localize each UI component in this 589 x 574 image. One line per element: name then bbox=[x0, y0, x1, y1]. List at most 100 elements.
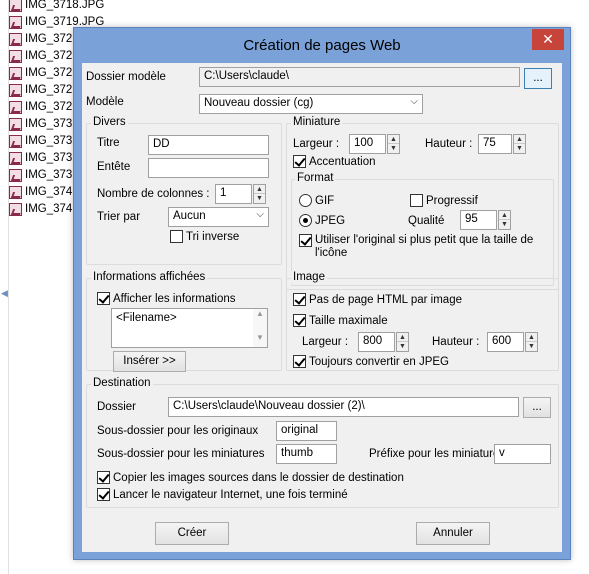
destination-browse-button[interactable]: ... bbox=[523, 397, 551, 418]
image-largeur-label: Largeur : bbox=[302, 336, 349, 348]
utiliser-original-checkbox[interactable] bbox=[299, 234, 312, 247]
progressif-label: Progressif bbox=[426, 195, 478, 207]
image-file-icon bbox=[9, 151, 22, 165]
spin-down-icon[interactable]: ▼ bbox=[388, 144, 399, 153]
file-list-item[interactable]: IMG_373 bbox=[9, 116, 72, 132]
collapse-arrow-icon[interactable]: ◀ bbox=[1, 288, 8, 299]
trier-par-value: Aucun bbox=[173, 210, 206, 222]
image-file-icon bbox=[9, 117, 22, 131]
spin-down-icon[interactable]: ▼ bbox=[499, 220, 510, 229]
tri-inverse-checkbox[interactable] bbox=[170, 230, 183, 243]
file-list-item[interactable]: IMG_372 bbox=[9, 48, 72, 64]
spin-up-icon[interactable]: ▲ bbox=[388, 135, 399, 144]
miniature-largeur-field[interactable]: 100 bbox=[349, 134, 386, 154]
miniature-hauteur-spinner[interactable]: ▲ ▼ bbox=[513, 134, 526, 154]
image-file-icon bbox=[9, 49, 22, 63]
image-largeur-spinner[interactable]: ▲ ▼ bbox=[396, 332, 409, 352]
file-name: IMG_373 bbox=[25, 152, 73, 164]
annuler-button[interactable]: Annuler bbox=[416, 522, 490, 545]
spin-up-icon[interactable]: ▲ bbox=[254, 185, 265, 194]
file-name: IMG_372 bbox=[25, 50, 73, 62]
trier-par-select[interactable]: Aucun ⌵ bbox=[168, 207, 269, 227]
file-list-item[interactable]: IMG_374 bbox=[9, 184, 72, 200]
miniature-hauteur-label: Hauteur : bbox=[425, 138, 473, 150]
left-pane-splitter[interactable]: ◀ bbox=[0, 0, 9, 574]
utiliser-original-label-line2: l'icône bbox=[315, 247, 348, 259]
spin-up-icon[interactable]: ▲ bbox=[514, 135, 525, 144]
image-file-icon bbox=[9, 66, 22, 80]
spin-down-icon[interactable]: ▼ bbox=[514, 144, 525, 153]
image-file-icon bbox=[9, 134, 22, 148]
informations-group-title: Informations affichées bbox=[91, 271, 208, 283]
pas-de-page-checkbox[interactable] bbox=[293, 293, 306, 306]
file-list-item[interactable]: IMG_3718.JPG bbox=[9, 0, 104, 13]
qualite-spinner[interactable]: ▲ ▼ bbox=[498, 210, 511, 230]
file-list-item[interactable]: IMG_374 bbox=[9, 201, 72, 217]
entete-field[interactable] bbox=[148, 158, 269, 178]
image-hauteur-field[interactable]: 600 bbox=[487, 332, 524, 352]
prefixe-miniatures-field[interactable]: v bbox=[494, 444, 551, 464]
informations-textarea[interactable]: <Filename> ▲ ▼ bbox=[111, 308, 268, 348]
file-list-item[interactable]: IMG_373 bbox=[9, 150, 72, 166]
spin-up-icon[interactable]: ▲ bbox=[499, 211, 510, 220]
file-list-item[interactable]: IMG_373 bbox=[9, 133, 72, 149]
scroll-down-icon[interactable]: ▼ bbox=[253, 333, 267, 347]
chevron-down-icon: ⌵ bbox=[410, 96, 418, 107]
progressif-checkbox[interactable] bbox=[410, 194, 423, 207]
miniature-hauteur-field[interactable]: 75 bbox=[478, 134, 512, 154]
file-name: IMG_373 bbox=[25, 169, 73, 181]
spin-up-icon[interactable]: ▲ bbox=[526, 333, 537, 342]
file-list-item[interactable]: IMG_372 bbox=[9, 31, 72, 47]
copier-images-checkbox[interactable] bbox=[97, 471, 110, 484]
sous-dossier-originaux-field[interactable]: original bbox=[276, 421, 337, 441]
inserer-button[interactable]: Insérer >> bbox=[113, 351, 186, 372]
image-hauteur-spinner[interactable]: ▲ ▼ bbox=[525, 332, 538, 352]
file-name: IMG_374 bbox=[25, 203, 73, 215]
image-file-icon bbox=[9, 185, 22, 199]
image-file-icon bbox=[9, 83, 22, 97]
sous-dossier-miniatures-field[interactable]: thumb bbox=[276, 444, 337, 464]
spin-down-icon[interactable]: ▼ bbox=[526, 342, 537, 351]
destination-dossier-label: Dossier bbox=[97, 401, 136, 413]
miniature-largeur-spinner[interactable]: ▲ ▼ bbox=[387, 134, 400, 154]
gif-label: GIF bbox=[315, 195, 335, 207]
spin-down-icon[interactable]: ▼ bbox=[254, 194, 265, 203]
textarea-scrollbar[interactable]: ▲ ▼ bbox=[253, 309, 267, 347]
file-list-item[interactable]: IMG_372 bbox=[9, 65, 72, 81]
lancer-navigateur-checkbox[interactable] bbox=[97, 488, 110, 501]
toujours-jpeg-label: Toujours convertir en JPEG bbox=[309, 356, 449, 368]
qualite-field[interactable]: 95 bbox=[460, 210, 497, 230]
image-group-title: Image bbox=[291, 271, 327, 283]
taille-maximale-checkbox[interactable] bbox=[293, 314, 306, 327]
jpeg-radio[interactable] bbox=[299, 214, 312, 227]
format-group-title: Format bbox=[295, 172, 336, 184]
jpeg-label: JPEG bbox=[315, 215, 346, 227]
window-title: Création de pages Web bbox=[243, 37, 401, 54]
file-list-item[interactable]: IMG_372 bbox=[9, 99, 72, 115]
close-button[interactable]: ✕ bbox=[532, 29, 564, 50]
gif-radio[interactable] bbox=[299, 194, 312, 207]
accentuation-checkbox[interactable] bbox=[293, 155, 306, 168]
toujours-jpeg-checkbox[interactable] bbox=[293, 355, 306, 368]
dossier-modele-label: Dossier modèle bbox=[86, 71, 166, 83]
creer-button[interactable]: Créer bbox=[155, 522, 229, 545]
nombre-colonnes-spinner[interactable]: ▲ ▼ bbox=[253, 184, 266, 204]
dossier-modele-field[interactable]: C:\Users\claude\ bbox=[199, 67, 520, 87]
destination-dossier-field[interactable]: C:\Users\claude\Nouveau dossier (2)\ bbox=[168, 397, 519, 417]
spin-up-icon[interactable]: ▲ bbox=[397, 333, 408, 342]
file-list-item[interactable]: IMG_373 bbox=[9, 167, 72, 183]
nombre-colonnes-field[interactable]: 1 bbox=[215, 184, 252, 204]
image-largeur-field[interactable]: 800 bbox=[358, 332, 395, 352]
afficher-informations-checkbox[interactable] bbox=[97, 292, 110, 305]
modele-label: Modèle bbox=[86, 96, 124, 108]
dossier-modele-browse-button[interactable]: ... bbox=[524, 68, 552, 89]
spin-down-icon[interactable]: ▼ bbox=[397, 342, 408, 351]
prefixe-miniatures-label: Préfixe pour les miniatures bbox=[369, 448, 506, 460]
miniature-largeur-label: Largeur : bbox=[293, 138, 340, 150]
titre-field[interactable]: DD bbox=[148, 135, 269, 155]
modele-select[interactable]: Nouveau dossier (cg) ⌵ bbox=[199, 94, 423, 114]
file-list-item[interactable]: IMG_372 bbox=[9, 82, 72, 98]
dialog-client-area: Dossier modèle C:\Users\claude\ ... Modè… bbox=[82, 63, 562, 552]
scroll-up-icon[interactable]: ▲ bbox=[253, 309, 267, 323]
accentuation-label: Accentuation bbox=[309, 156, 376, 168]
